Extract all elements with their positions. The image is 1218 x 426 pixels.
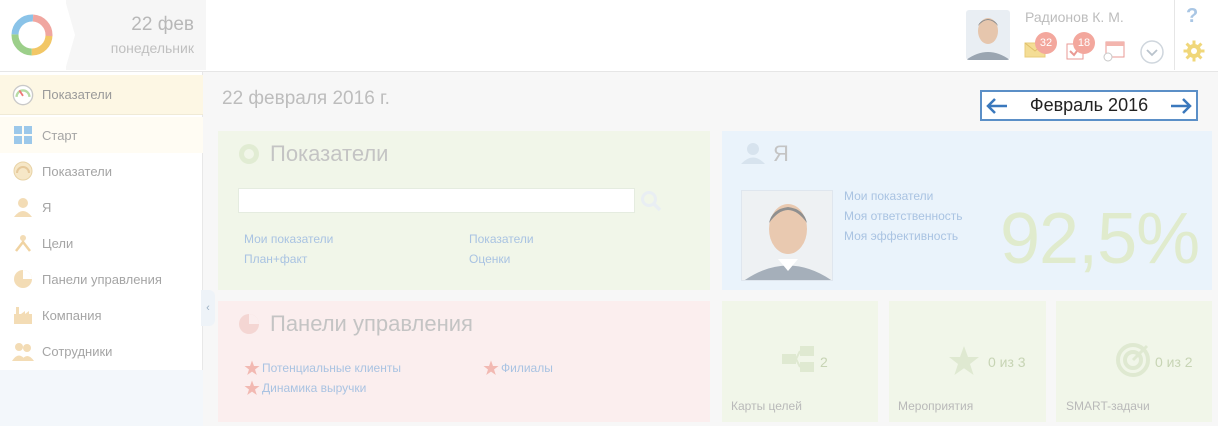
month-label: Февраль 2016 [1029,95,1149,115]
sidebar-item-me[interactable]: Я [0,189,203,225]
link-indicators[interactable]: Показатели [469,232,534,246]
star-icon[interactable] [244,360,260,376]
events-label: Мероприятия [898,399,974,413]
top-header: 22 фев понедельник Радионов К. М. 32 18 … [0,0,1218,72]
link-my-responsibility[interactable]: Моя ответственность [844,209,963,223]
link-my-indicators[interactable]: Мои показатели [244,232,333,246]
sidebar-item-label: Компания [42,307,102,323]
goal-maps-label: Карты целей [731,399,802,413]
pie-icon [238,313,260,335]
goal-icon [12,232,34,254]
help-button[interactable]: ? [1186,5,1198,28]
sidebar: Показатели Старт Показатели Я Цели Панел… [0,72,203,426]
goal-maps-count: 2 [820,354,828,370]
link-branches[interactable]: Филиалы [501,361,553,375]
sidebar-item-label: Цели [42,235,74,251]
factory-icon [12,304,34,326]
target-icon [1115,342,1151,378]
sidebar-item-goals[interactable]: Цели [0,225,203,261]
calendar-icon[interactable] [1102,40,1126,62]
tiles-icon [12,124,34,146]
indicators-title: Показатели [270,141,389,166]
user-photo [741,190,833,281]
link-revenue-dynamics[interactable]: Динамика выручки [262,381,366,395]
sidebar-item-label: Панели управления [42,271,162,287]
star-icon[interactable] [244,380,260,396]
person-icon [741,142,765,164]
indicators-search-input[interactable] [238,188,635,213]
settings-gear-icon[interactable] [1183,40,1205,62]
next-month-arrow-icon[interactable] [1170,96,1192,116]
sidebar-item-label: Сотрудники [42,343,113,359]
page-title: 22 февраля 2016 г. [222,88,390,109]
month-navigator: Февраль 2016 [980,90,1198,121]
sidebar-item-start[interactable]: Старт [0,117,203,153]
header-separator [1174,0,1175,70]
efficiency-value: 92,5% [1000,199,1200,279]
sidebar-item-dashboards[interactable]: Панели управления [0,261,203,297]
me-title: Я [773,141,789,166]
sidebar-item-label: Показатели [42,87,112,102]
user-name[interactable]: Радионов К. М. [1025,9,1124,25]
gauge-icon [12,160,34,182]
star-icon [947,345,981,377]
tasks-badge: 18 [1073,32,1095,54]
current-date-box: 22 фев понедельник [65,0,206,70]
people-icon [12,340,34,362]
app-logo[interactable] [0,0,66,70]
star-icon[interactable] [483,360,499,376]
sidebar-footer [0,370,203,426]
date-day: 22 фев [131,14,194,35]
chevron-down-icon[interactable] [1140,40,1164,64]
search-icon[interactable] [640,190,662,212]
link-my-indicators-me[interactable]: Мои показатели [844,189,933,203]
sidebar-item-label: Я [42,199,52,215]
link-my-efficiency[interactable]: Моя эффективность [844,229,958,243]
sidebar-item-label: Показатели [42,163,112,179]
link-evaluations[interactable]: Оценки [469,252,510,266]
goal-map-icon [782,346,816,374]
events-count: 0 из 3 [988,354,1026,370]
pie-icon [12,268,34,290]
link-plan-fact[interactable]: План+факт [244,252,307,266]
messages-badge: 32 [1035,32,1057,54]
sidebar-section-indicators[interactable]: Показатели [0,75,203,115]
smart-tasks-label: SMART-задачи [1066,399,1150,413]
smart-tasks-count: 0 из 2 [1155,354,1193,370]
sidebar-collapse-toggle[interactable]: ‹ [201,290,215,326]
sidebar-item-label: Старт [42,127,78,143]
prev-month-arrow-icon[interactable] [986,96,1008,116]
gauge-icon [238,143,260,165]
sidebar-item-company[interactable]: Компания [0,297,203,333]
sidebar-item-indicators[interactable]: Показатели [0,153,203,189]
sidebar-item-employees[interactable]: Сотрудники [0,333,203,369]
gauge-icon [12,84,34,106]
date-weekday: понедельник [110,40,194,56]
link-potential-clients[interactable]: Потенциальные клиенты [262,361,401,375]
dashboards-title: Панели управления [270,311,473,336]
user-avatar[interactable] [966,10,1010,60]
person-icon [12,196,34,218]
